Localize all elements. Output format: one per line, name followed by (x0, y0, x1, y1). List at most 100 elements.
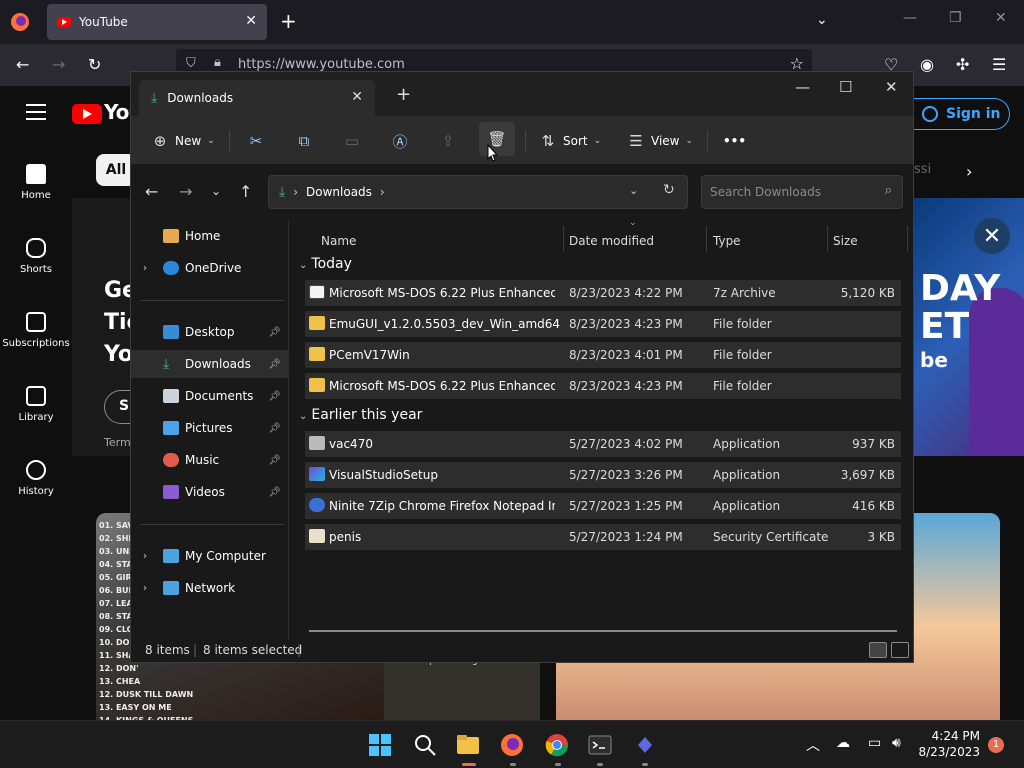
copy-button[interactable]: ⧉ (295, 128, 313, 154)
explorer-tab-downloads[interactable]: ⤓ Downloads ✕ (139, 80, 375, 116)
table-row[interactable]: PCemV17Win 8/23/2023 4:01 PM File folder (305, 342, 901, 368)
volume-icon[interactable]: 🔊︎ (892, 735, 901, 751)
sign-in-button[interactable]: Sign in (914, 98, 1010, 130)
back-arrow-icon[interactable]: ← (145, 182, 158, 201)
sidebar-item-history[interactable]: History (0, 460, 72, 497)
search-icon[interactable]: ⌕ (885, 183, 892, 198)
column-header-size[interactable]: Size (833, 234, 858, 248)
nav-item-desktop[interactable]: Desktop 📌︎ (131, 318, 289, 346)
refresh-icon[interactable]: ↻ (663, 182, 675, 198)
new-tab-button[interactable]: + (280, 10, 297, 32)
sidebar-item-shorts[interactable]: Shorts (0, 238, 72, 275)
chrome-icon[interactable] (545, 733, 569, 757)
horizontal-scrollbar[interactable] (309, 630, 897, 632)
pin-icon[interactable]: 📌︎ (268, 423, 281, 434)
hamburger-menu-icon[interactable] (26, 104, 46, 125)
table-row[interactable]: Microsoft MS-DOS 6.22 Plus Enhanced T...… (305, 373, 901, 399)
explorer-new-tab-button[interactable]: + (396, 84, 411, 105)
nav-item-videos[interactable]: Videos 📌︎ (131, 478, 289, 506)
network-icon[interactable]: ▭ (868, 735, 881, 751)
app-diamond-icon[interactable] (633, 733, 657, 757)
account-icon[interactable]: ◉ (920, 55, 934, 74)
tiles-view-button[interactable] (891, 642, 909, 658)
expand-chevron-icon[interactable]: › (143, 263, 147, 274)
nav-item-my-computer[interactable]: › My Computer (131, 542, 289, 570)
nav-item-network[interactable]: › Network (131, 574, 289, 602)
search-input[interactable] (710, 183, 870, 201)
nav-item-onedrive[interactable]: › OneDrive (131, 254, 289, 282)
column-divider[interactable] (907, 226, 908, 252)
cut-button[interactable]: ✂ (247, 128, 265, 154)
sidebar-item-subscriptions[interactable]: Subscriptions (0, 312, 72, 349)
expand-chevron-icon[interactable]: › (143, 551, 147, 562)
share-button[interactable]: ⇪ (439, 128, 457, 154)
column-header-name[interactable]: Name (321, 234, 356, 248)
pin-icon[interactable]: 📌︎ (268, 359, 281, 370)
nav-item-pictures[interactable]: Pictures 📌︎ (131, 414, 289, 442)
sort-button[interactable]: ⇅ Sort ⌄ (539, 128, 601, 154)
rename-button[interactable]: Ⓐ (391, 128, 409, 154)
new-button[interactable]: ⊕ New ⌄ (151, 128, 215, 154)
breadcrumb-chevron-icon[interactable]: › (380, 185, 385, 199)
chip-scroll-right-icon[interactable]: › (966, 162, 972, 181)
browser-minimize-button[interactable]: — (903, 10, 917, 26)
browser-close-button[interactable]: ✕ (995, 10, 1007, 26)
sidebar-item-home[interactable]: Home (0, 164, 72, 201)
browser-restore-button[interactable]: ❐ (949, 10, 962, 26)
nav-item-music[interactable]: Music 📌︎ (131, 446, 289, 474)
pin-icon[interactable]: 📌︎ (268, 455, 281, 466)
close-ad-icon[interactable]: ✕ (974, 218, 1010, 254)
paste-button[interactable]: ▭ (343, 128, 361, 154)
close-tab-icon[interactable]: ✕ (351, 89, 363, 105)
collapse-chevron-icon[interactable]: ⌄ (299, 260, 307, 271)
more-options-button[interactable]: ••• (723, 128, 746, 154)
nav-item-home[interactable]: Home (131, 222, 289, 250)
column-header-date-modified[interactable]: Date modified (569, 234, 654, 248)
breadcrumb-downloads[interactable]: Downloads (306, 185, 372, 199)
address-bar[interactable]: ⤓ › Downloads › ⌄ ↻ (268, 175, 688, 209)
pin-icon[interactable]: 📌︎ (268, 327, 281, 338)
firefox-logo-icon[interactable] (10, 12, 30, 32)
group-header-today[interactable]: ⌄ Today (299, 256, 352, 272)
group-header-earlier-this-year[interactable]: ⌄ Earlier this year (299, 407, 422, 423)
table-row[interactable]: Ninite 7Zip Chrome Firefox Notepad Inst.… (305, 493, 901, 519)
explorer-close-button[interactable]: ✕ (885, 78, 898, 96)
table-row[interactable]: penis 5/27/2023 1:24 PM Security Certifi… (305, 524, 901, 550)
table-row[interactable]: vac470 5/27/2023 4:02 PM Application 937… (305, 431, 901, 457)
reload-icon[interactable]: ↻ (88, 55, 101, 74)
youtube-logo-icon[interactable] (72, 104, 102, 124)
search-icon[interactable] (413, 733, 437, 757)
explorer-minimize-button[interactable]: — (795, 78, 810, 96)
close-tab-icon[interactable]: ✕ (245, 13, 257, 29)
pin-icon[interactable]: 📌︎ (268, 487, 281, 498)
column-divider[interactable] (827, 226, 828, 252)
sidebar-item-library[interactable]: Library (0, 386, 72, 423)
column-divider[interactable] (563, 226, 564, 252)
forward-arrow-icon[interactable]: → (52, 55, 65, 74)
list-all-tabs-chevron-icon[interactable]: ⌄ (816, 12, 828, 28)
collapse-chevron-icon[interactable]: ⌄ (299, 411, 307, 422)
onedrive-offline-icon[interactable]: ☁ (836, 735, 850, 751)
forward-arrow-icon[interactable]: → (179, 182, 192, 201)
app-menu-icon[interactable]: ☰ (992, 55, 1006, 74)
ad-banner-left[interactable]: Ge Tic Yo S Term (72, 198, 140, 456)
table-row[interactable]: EmuGUI_v1.2.0.5503_dev_Win_amd64 8/23/20… (305, 311, 901, 337)
recent-locations-chevron-icon[interactable]: ⌄ (211, 184, 221, 198)
table-row[interactable]: VisualStudioSetup 5/27/2023 3:26 PM Appl… (305, 462, 901, 488)
tracking-shield-icon[interactable]: ⛉ (186, 56, 196, 71)
explorer-maximize-button[interactable]: ☐ (839, 78, 852, 96)
view-button[interactable]: ☰ View ⌄ (627, 128, 693, 154)
nav-item-downloads[interactable]: ⤓ Downloads 📌︎ (131, 350, 289, 378)
column-divider[interactable] (706, 226, 707, 252)
show-hidden-icons-chevron-icon[interactable]: ︿ (806, 735, 820, 755)
windows-start-icon[interactable] (368, 733, 392, 757)
url-text[interactable]: https://www.youtube.com (238, 57, 405, 72)
back-arrow-icon[interactable]: ← (16, 55, 29, 74)
nav-item-documents[interactable]: Documents 📌︎ (131, 382, 289, 410)
details-view-button[interactable] (869, 642, 887, 658)
expand-chevron-icon[interactable]: › (143, 583, 147, 594)
chip-partial[interactable]: ssi (914, 162, 931, 177)
column-header-type[interactable]: Type (713, 234, 741, 248)
address-history-chevron-icon[interactable]: ⌄ (629, 184, 638, 197)
up-arrow-icon[interactable]: ↑ (239, 182, 252, 201)
